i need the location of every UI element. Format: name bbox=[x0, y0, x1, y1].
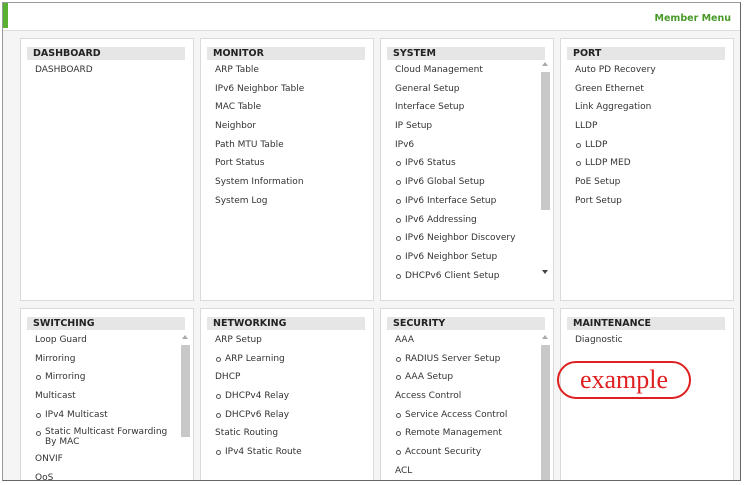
menu-subitem-aaa-setup[interactable]: AAA Setup bbox=[395, 371, 535, 390]
scroll-up-arrow-icon[interactable] bbox=[542, 335, 548, 339]
example-stamp: example bbox=[557, 361, 691, 399]
menu-subitem-ipv4-static-route[interactable]: IPv4 Static Route bbox=[215, 446, 355, 465]
menu-item-auto-pd-recovery[interactable]: Auto PD Recovery bbox=[575, 64, 715, 83]
menu-item-neighbor[interactable]: Neighbor bbox=[215, 120, 355, 139]
card-title-monitor: MONITOR bbox=[207, 47, 365, 60]
menu-subitem-mirroring[interactable]: Mirroring bbox=[35, 371, 175, 390]
menu-item-link-aggregation[interactable]: Link Aggregation bbox=[575, 101, 715, 120]
menu-item-ipv6[interactable]: IPv6 bbox=[395, 139, 535, 158]
menu-item-mac-table[interactable]: MAC Table bbox=[215, 101, 355, 120]
menu-subitem-dhcpv6-client-setup[interactable]: DHCPv6 Client Setup bbox=[395, 270, 535, 289]
menu-item-dashboard[interactable]: DASHBOARD bbox=[35, 64, 175, 83]
card-title-maintenance: MAINTENANCE bbox=[567, 317, 725, 330]
card-networking: NETWORKING ARP Setup ARP Learning DHCP D… bbox=[200, 308, 374, 480]
menu-item-poe-setup[interactable]: PoE Setup bbox=[575, 176, 715, 195]
menu-subitem-ipv6-interface-setup[interactable]: IPv6 Interface Setup bbox=[395, 195, 535, 214]
card-title-switching: SWITCHING bbox=[27, 317, 185, 330]
accent-bar bbox=[3, 3, 8, 28]
card-system: SYSTEM Cloud Management General Setup In… bbox=[380, 38, 554, 301]
menu-item-general-setup[interactable]: General Setup bbox=[395, 83, 535, 102]
menu-item-qos[interactable]: QoS bbox=[35, 472, 175, 480]
card-title-port: PORT bbox=[567, 47, 725, 60]
card-title-system: SYSTEM bbox=[387, 47, 545, 60]
menu-subitem-remote-management[interactable]: Remote Management bbox=[395, 427, 535, 446]
menu-subitem-radius-server-setup[interactable]: RADIUS Server Setup bbox=[395, 353, 535, 372]
top-bar: Member Menu bbox=[3, 3, 740, 31]
menu-item-system-information[interactable]: System Information bbox=[215, 176, 355, 195]
menu-item-acl[interactable]: ACL bbox=[395, 465, 535, 480]
card-monitor: MONITOR ARP Table IPv6 Neighbor Table MA… bbox=[200, 38, 374, 301]
menu-subitem-arp-learning[interactable]: ARP Learning bbox=[215, 353, 355, 372]
card-port: PORT Auto PD Recovery Green Ethernet Lin… bbox=[560, 38, 734, 301]
card-title-dashboard: DASHBOARD bbox=[27, 47, 185, 60]
menu-subitem-ipv6-global-setup[interactable]: IPv6 Global Setup bbox=[395, 176, 535, 195]
menu-subitem-lldp-med[interactable]: LLDP MED bbox=[575, 157, 715, 176]
menu-item-onvif[interactable]: ONVIF bbox=[35, 453, 175, 472]
member-menu-panel: Member Menu DASHBOARD DASHBOARD MONITOR … bbox=[2, 2, 741, 481]
menu-item-dhcp[interactable]: DHCP bbox=[215, 371, 355, 390]
security-scrollbar[interactable] bbox=[541, 333, 550, 480]
menu-item-mirroring[interactable]: Mirroring bbox=[35, 353, 175, 372]
menu-item-multicast[interactable]: Multicast bbox=[35, 390, 175, 409]
member-menu-link[interactable]: Member Menu bbox=[655, 13, 731, 24]
scroll-down-arrow-icon[interactable] bbox=[542, 270, 548, 274]
menu-item-interface-setup[interactable]: Interface Setup bbox=[395, 101, 535, 120]
menu-subitem-ipv4-multicast[interactable]: IPv4 Multicast bbox=[35, 409, 175, 428]
menu-subitem-static-multicast-forwarding[interactable]: Static Multicast Forwarding By MAC bbox=[35, 427, 175, 453]
menu-item-diagnostic[interactable]: Diagnostic bbox=[575, 334, 715, 353]
card-switching: SWITCHING Loop Guard Mirroring Mirroring… bbox=[20, 308, 194, 480]
menu-item-loop-guard[interactable]: Loop Guard bbox=[35, 334, 175, 353]
system-scrollbar[interactable] bbox=[541, 60, 550, 298]
scroll-up-arrow-icon[interactable] bbox=[182, 335, 188, 339]
menu-subitem-lldp[interactable]: LLDP bbox=[575, 139, 715, 158]
menu-item-arp-setup[interactable]: ARP Setup bbox=[215, 334, 355, 353]
menu-subitem-dhcpv6-relay[interactable]: DHCPv6 Relay bbox=[215, 409, 355, 428]
menu-item-green-ethernet[interactable]: Green Ethernet bbox=[575, 83, 715, 102]
menu-subitem-service-access-control[interactable]: Service Access Control bbox=[395, 409, 535, 428]
menu-item-port-status[interactable]: Port Status bbox=[215, 157, 355, 176]
menu-subitem-ipv6-neighbor-discovery[interactable]: IPv6 Neighbor Discovery bbox=[395, 232, 535, 251]
menu-item-access-control[interactable]: Access Control bbox=[395, 390, 535, 409]
menu-item-aaa[interactable]: AAA bbox=[395, 334, 535, 353]
menu-subitem-dhcpv4-relay[interactable]: DHCPv4 Relay bbox=[215, 390, 355, 409]
menu-item-arp-table[interactable]: ARP Table bbox=[215, 64, 355, 83]
switching-scrollbar[interactable] bbox=[181, 333, 190, 480]
menu-subitem-account-security[interactable]: Account Security bbox=[395, 446, 535, 465]
menu-subitem-ipv6-status[interactable]: IPv6 Status bbox=[395, 157, 535, 176]
menu-subitem-ipv6-neighbor-setup[interactable]: IPv6 Neighbor Setup bbox=[395, 251, 535, 270]
menu-item-lldp[interactable]: LLDP bbox=[575, 120, 715, 139]
card-dashboard: DASHBOARD DASHBOARD bbox=[20, 38, 194, 301]
card-title-networking: NETWORKING bbox=[207, 317, 365, 330]
card-title-security: SECURITY bbox=[387, 317, 545, 330]
menu-item-path-mtu-table[interactable]: Path MTU Table bbox=[215, 139, 355, 158]
menu-item-ip-setup[interactable]: IP Setup bbox=[395, 120, 535, 139]
card-security: SECURITY AAA RADIUS Server Setup AAA Set… bbox=[380, 308, 554, 480]
switching-scroll-thumb[interactable] bbox=[181, 345, 190, 437]
menu-item-system-log[interactable]: System Log bbox=[215, 195, 355, 214]
menu-subitem-ipv6-addressing[interactable]: IPv6 Addressing bbox=[395, 214, 535, 233]
menu-item-cloud-management[interactable]: Cloud Management bbox=[395, 64, 535, 83]
scroll-up-arrow-icon[interactable] bbox=[542, 62, 548, 66]
system-scroll-thumb[interactable] bbox=[541, 72, 550, 210]
menu-item-ipv6-neighbor-table[interactable]: IPv6 Neighbor Table bbox=[215, 83, 355, 102]
menu-item-port-setup[interactable]: Port Setup bbox=[575, 195, 715, 214]
menu-item-static-routing[interactable]: Static Routing bbox=[215, 427, 355, 446]
security-scroll-thumb[interactable] bbox=[541, 345, 550, 480]
